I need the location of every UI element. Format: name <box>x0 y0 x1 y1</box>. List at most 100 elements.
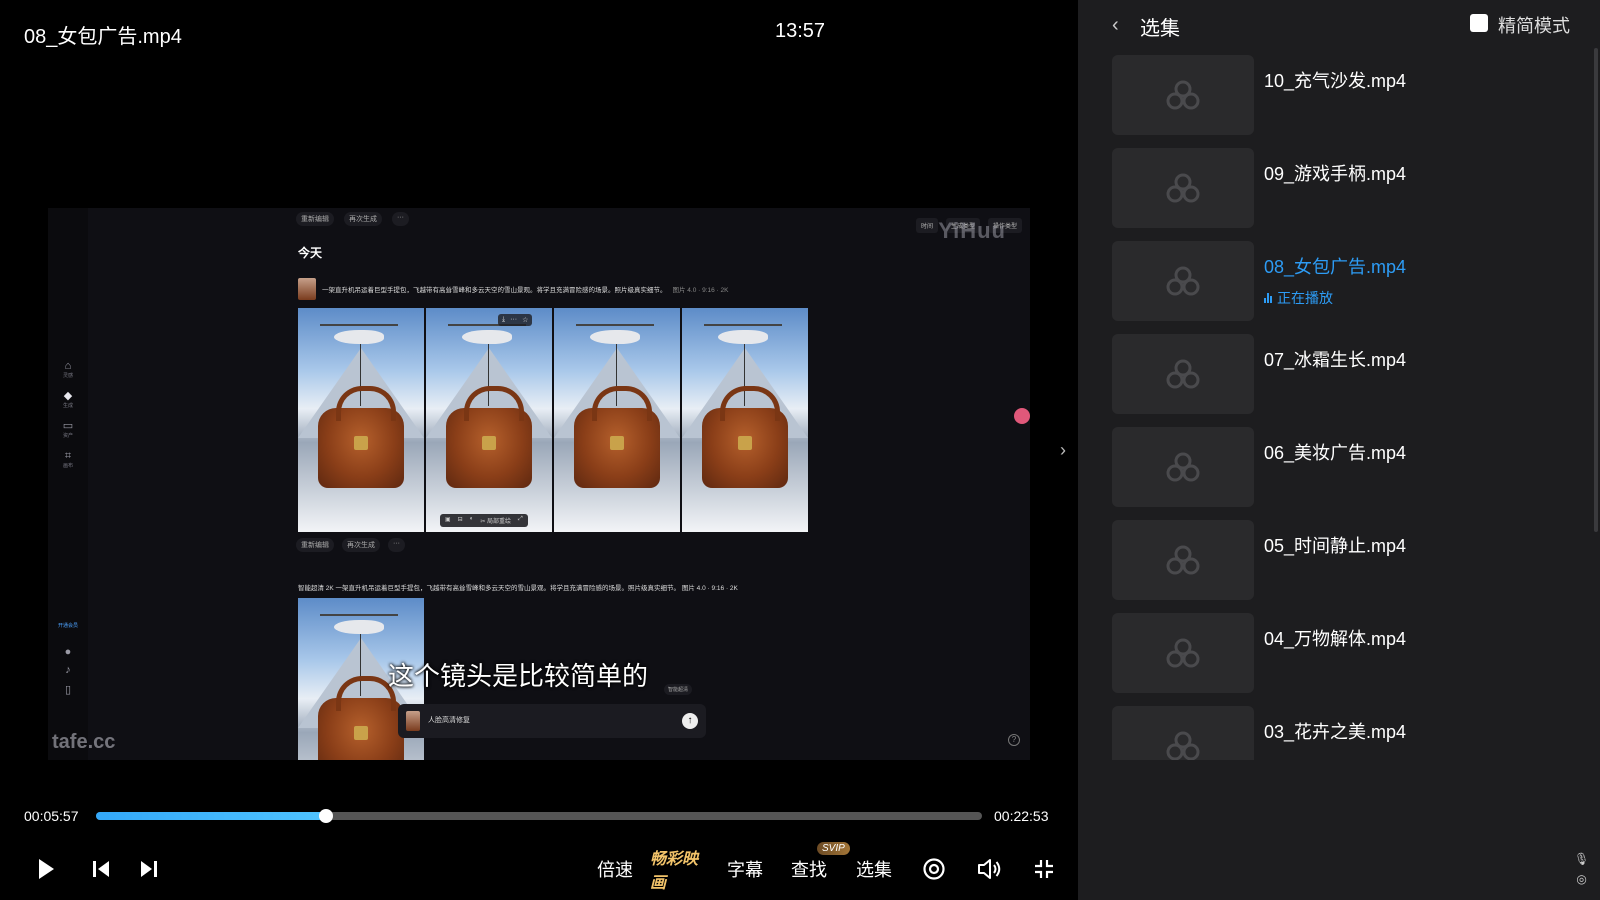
episode-item[interactable]: 09_游戏手柄.mp4 <box>1112 148 1582 230</box>
episode-thumbnail <box>1112 148 1254 228</box>
placeholder-logo-icon <box>1166 80 1200 110</box>
prompt-row: 一架直升机吊运着巨型手提包，飞越带有高耸雪峰和多云天空的雪山景观。将学且充满冒险… <box>298 278 729 300</box>
image-actions: 重新编辑 再次生成 ··· <box>296 538 405 552</box>
device-icon: ▯ <box>64 684 72 696</box>
action-item: ··· <box>388 538 405 552</box>
tool-item: ⊟ <box>457 517 463 523</box>
progress-bar[interactable] <box>96 809 982 823</box>
generated-image <box>682 308 808 532</box>
episode-list: 10_充气沙发.mp4 09_游戏手柄.mp4 08_女包广告.mp4 正在播放 07_… <box>1112 55 1582 760</box>
placeholder-logo-icon <box>1166 545 1200 575</box>
episode-item[interactable]: 06_美妆广告.mp4 <box>1112 427 1582 509</box>
panel-title: 选集 <box>1140 18 1180 40</box>
episode-name: 04_万物解体.mp4 <box>1264 629 1407 649</box>
toolbar-item: ··· <box>392 212 409 226</box>
prompt-composer: 人脸高清修复 ↑ <box>398 704 706 738</box>
microphone-icon[interactable]: 🎙 <box>1574 852 1589 866</box>
episode-item[interactable]: 07_冰霜生长.mp4 <box>1112 334 1582 416</box>
episode-item[interactable]: 03_花卉之美.mp4 <box>1112 706 1582 760</box>
toolbar-item: 再次生成 <box>344 212 382 226</box>
speed-button[interactable]: 倍速 <box>594 854 636 884</box>
current-time: 00:05:57 <box>24 808 79 824</box>
action-item: 再次生成 <box>342 538 380 552</box>
previous-button[interactable] <box>88 854 114 884</box>
home-icon: ⌂ 灵感 <box>62 360 73 379</box>
episode-panel: ‹ 选集 精简模式 10_充气沙发.mp4 09_游戏手柄.mp4 08_女包广告.… <box>1078 0 1600 900</box>
help-icon: ? <box>1008 734 1020 746</box>
clock: 13:57 <box>775 20 826 42</box>
placeholder-logo-icon <box>1166 452 1200 482</box>
today-heading: 今天 <box>298 246 323 260</box>
star-icon: ☆ <box>522 317 529 324</box>
panel-scrollbar[interactable] <box>1594 48 1598 532</box>
panel-toggle-icon[interactable]: › <box>1060 440 1066 461</box>
color-mode-button[interactable]: 畅彩映画 <box>650 851 712 892</box>
play-button[interactable] <box>32 854 60 884</box>
episode-item[interactable]: 10_充气沙发.mp4 <box>1112 55 1582 137</box>
image-hover-tools: ⤓ ··· ☆ <box>498 314 533 326</box>
simple-mode-label[interactable]: 精简模式 <box>1498 12 1570 38</box>
more-icon: ··· <box>510 316 518 323</box>
episode-item[interactable]: 04_万物解体.mp4 <box>1112 613 1582 695</box>
now-playing-indicator: 正在播放 <box>1264 288 1333 308</box>
placeholder-logo-icon <box>1166 266 1200 296</box>
tool-item: ▣ <box>445 517 451 523</box>
episode-name: 09_游戏手柄.mp4 <box>1264 164 1407 184</box>
composer-text: 人脸高清修复 <box>428 717 470 724</box>
progress-handle[interactable] <box>319 809 334 823</box>
episode-name: 03_花卉之美.mp4 <box>1264 722 1407 742</box>
equalizer-icon <box>1264 293 1272 303</box>
tool-item: ◐ <box>469 516 474 522</box>
placeholder-logo-icon <box>1166 731 1200 760</box>
episode-item[interactable]: 05_时间静止.mp4 <box>1112 520 1582 602</box>
prompt-text-2: 智能超清 2K 一架直升机吊运着巨型手提包，飞越带有高耸雪峰和多云天空的雪山景观… <box>298 585 738 592</box>
episode-name: 06_美妆广告.mp4 <box>1264 443 1407 463</box>
image-bottom-tools: ▣ ⊟ ◐ ✂ 局部重绘 ⤢ <box>440 514 528 527</box>
corner-icons: 🎙 ◎ <box>1574 852 1589 886</box>
target-icon[interactable]: ◎ <box>1576 872 1586 886</box>
exit-fullscreen-icon <box>1035 860 1053 878</box>
bell-icon: ♪ <box>65 664 71 676</box>
assets-icon: ▭ 资产 <box>62 420 74 439</box>
episode-thumbnail <box>1112 55 1254 135</box>
video-player: 08_女包广告.mp4 13:57 ⌂ 灵感 ◆ 生成 ▭ 资产 ⌗ 画布 开通会员 ●… <box>0 0 1078 900</box>
generated-image <box>426 308 552 532</box>
total-time: 00:22:53 <box>994 808 1049 824</box>
episode-name: 07_冰霜生长.mp4 <box>1264 350 1407 370</box>
action-item: 重新编辑 <box>296 538 334 552</box>
generated-image <box>554 308 680 532</box>
video-toolbar: 重新编辑 再次生成 ··· <box>296 212 409 226</box>
episodes-button[interactable]: 选集 <box>853 854 895 884</box>
loop-button[interactable] <box>920 854 948 884</box>
volume-icon <box>978 859 1001 879</box>
episode-name: 05_时间静止.mp4 <box>1264 536 1407 556</box>
search-button[interactable]: 查找 <box>788 854 830 884</box>
subtitles-button[interactable]: 字幕 <box>724 854 766 884</box>
subtitle: 这个镜头是比较简单的 <box>388 662 649 692</box>
video-app-sidebar: ⌂ 灵感 ◆ 生成 ▭ 资产 ⌗ 画布 开通会员 ● ♪ ▯ <box>48 208 88 760</box>
pink-bubble-icon <box>1014 408 1030 424</box>
episode-thumbnail <box>1112 613 1254 693</box>
prompt-meta: 图片 4.0 · 9:16 · 2K <box>672 287 729 294</box>
episode-thumbnail <box>1112 427 1254 507</box>
composer-image <box>406 711 420 731</box>
prompt-text: 一架直升机吊运着巨型手提包，飞越带有高耸雪峰和多云天空的雪山景观。将学且充满冒险… <box>322 287 667 294</box>
exit-fullscreen-button[interactable] <box>1030 854 1058 884</box>
play-icon <box>39 859 54 879</box>
episode-item[interactable]: 08_女包广告.mp4 正在播放 <box>1112 241 1582 323</box>
volume-button[interactable] <box>975 854 1003 884</box>
tool-item: ⤢ <box>518 516 523 522</box>
composer-tag: 智能超清 <box>664 684 693 695</box>
simple-mode-checkbox[interactable] <box>1470 14 1488 32</box>
next-button[interactable] <box>136 854 162 884</box>
video-frame[interactable]: ⌂ 灵感 ◆ 生成 ▭ 资产 ⌗ 画布 开通会员 ● ♪ ▯ 重新编辑 再次生成 ···… <box>48 208 1030 760</box>
placeholder-logo-icon <box>1166 173 1200 203</box>
send-icon: ↑ <box>682 713 698 729</box>
placeholder-logo-icon <box>1166 359 1200 389</box>
toolbar-item: 重新编辑 <box>296 212 334 226</box>
now-playing-label: 正在播放 <box>1277 290 1333 306</box>
file-title: 08_女包广告.mp4 <box>24 26 182 48</box>
download-icon: ⤓ <box>502 316 506 323</box>
back-chevron-icon[interactable]: ‹ <box>1112 14 1119 37</box>
vip-label: 开通会员 <box>57 623 78 629</box>
